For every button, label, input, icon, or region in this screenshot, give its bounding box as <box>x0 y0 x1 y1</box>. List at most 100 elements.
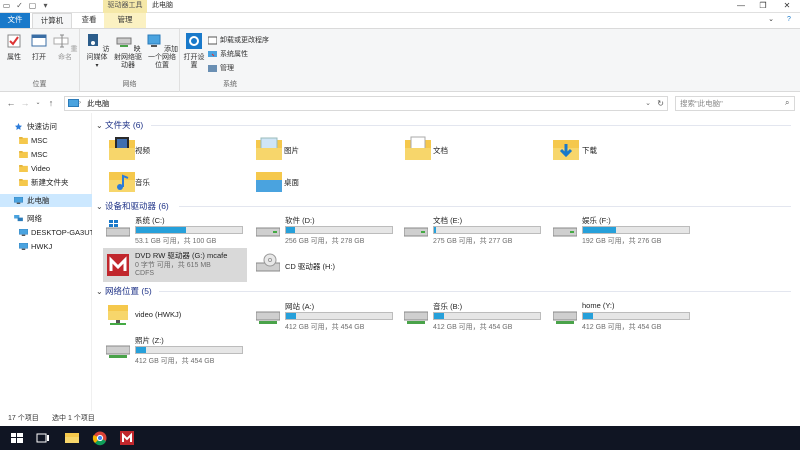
hard-drive-icon <box>256 227 280 237</box>
up-button[interactable]: ↑ <box>46 97 56 109</box>
quick-access-toolbar: ▭ ✓ ▢ ▾ <box>2 1 50 10</box>
nav-item-msc-1[interactable]: MSC <box>0 134 92 147</box>
map-network-drive-button[interactable]: 映射网络驱动器 <box>113 33 143 70</box>
close-button[interactable]: ✕ <box>776 0 798 13</box>
tab-view[interactable]: 查看 <box>74 13 104 28</box>
help-icon[interactable]: ? <box>778 14 800 27</box>
section-divider <box>151 125 791 126</box>
folder-tile-desktop[interactable]: 桌面 <box>256 168 396 196</box>
mcafee-taskbar-icon[interactable] <box>118 430 136 446</box>
maximize-button[interactable]: ❐ <box>752 0 774 13</box>
breadcrumb[interactable]: 此电脑 <box>87 99 110 108</box>
forward-button[interactable]: → <box>20 97 30 109</box>
file-explorer-taskbar-icon[interactable] <box>63 430 81 446</box>
drive-h-cd[interactable]: CD 驱动器 (H:) <box>253 253 403 286</box>
nav-quick-access[interactable]: 快速访问 <box>0 120 92 133</box>
drive-g-dvd[interactable]: DVD RW 驱动器 (G:) mcafe 0 字节 可用，共 615 MB C… <box>103 248 247 282</box>
address-dropdown-icon[interactable]: ⌄ <box>645 97 651 110</box>
this-pc-icon <box>14 197 23 204</box>
ribbon: 属性 打开 重命名 位置 访问媒体 ▾ 映射网络驱动器 添加一个网络位置 网络 打 <box>0 28 800 92</box>
new-folder-qat-icon[interactable]: ▢ <box>28 1 37 10</box>
nav-this-pc[interactable]: 此电脑 <box>0 194 92 207</box>
properties-icon <box>7 34 21 48</box>
chrome-icon[interactable] <box>91 430 109 446</box>
open-button[interactable]: 打开 <box>28 33 50 62</box>
hard-drive-icon <box>553 227 577 237</box>
tab-file[interactable]: 文件 <box>0 13 30 28</box>
drive-usage-fill <box>286 227 295 233</box>
address-bar[interactable]: › 此电脑 ⌄ ↻ <box>64 96 668 111</box>
add-network-location-button[interactable]: 添加一个网络位置 <box>145 33 179 70</box>
folder-tile-documents[interactable]: 文档 <box>405 136 545 164</box>
section-divider <box>179 206 791 207</box>
selected-count: 选中 1 个项目 <box>52 415 95 422</box>
task-view-icon[interactable] <box>34 430 52 446</box>
access-media-button[interactable]: 访问媒体 ▾ <box>83 33 111 70</box>
drive-usage-fill <box>583 227 616 233</box>
drive-d[interactable]: 软件 (D:) 256 GB 可用，共 278 GB <box>253 213 403 246</box>
ribbon-tabs: 文件 计算机 查看 管理 ⌄ ? <box>0 13 800 28</box>
network-location-icon <box>147 34 161 47</box>
refresh-icon[interactable]: ↻ <box>657 97 664 110</box>
pictures-folder-icon <box>256 137 282 160</box>
tab-manage[interactable]: 管理 <box>104 13 146 28</box>
nav-item-new-folder[interactable]: 新建文件夹 <box>0 176 92 189</box>
section-folders-header[interactable]: ⌄ 文件夹 (6) <box>93 119 143 131</box>
drive-usage-bar <box>135 226 243 234</box>
drive-usage-bar <box>582 226 690 234</box>
open-settings-button[interactable]: 打开设置 <box>183 33 205 70</box>
section-network-header[interactable]: ⌄ 网络位置 (5) <box>93 285 152 297</box>
nav-item-msc-2[interactable]: MSC <box>0 148 92 161</box>
folder-tile-videos[interactable]: 视频 <box>109 136 249 164</box>
tab-computer[interactable]: 计算机 <box>32 13 72 28</box>
music-folder-icon <box>109 172 135 192</box>
open-icon <box>31 34 47 47</box>
properties-qat-icon[interactable]: ✓ <box>15 1 24 10</box>
drive-usage-fill <box>136 227 186 233</box>
nav-network[interactable]: 网络 <box>0 212 92 225</box>
network-folder-icon <box>108 305 128 325</box>
navigation-pane: 快速访问 MSC MSC Video 新建文件夹 此电脑 网络 DESKTOP-… <box>0 113 92 411</box>
qat-dropdown-icon[interactable]: ▾ <box>41 1 50 10</box>
minimize-button[interactable]: — <box>730 0 752 13</box>
system-properties-button[interactable]: 系统属性 <box>208 49 248 59</box>
windows-start-icon[interactable] <box>8 430 26 446</box>
folder-icon <box>19 137 28 144</box>
drive-usage-fill <box>286 313 296 319</box>
content-pane: ⌄ 文件夹 (6) 视频 图片 文档 下载 音乐 桌面 ⌄ 设备和驱动器 (6) 系… <box>93 113 800 411</box>
window-icon[interactable]: ▭ <box>2 1 11 10</box>
drive-usage-bar <box>433 226 541 234</box>
drive-f[interactable]: 娱乐 (F:) 192 GB 可用，共 276 GB <box>550 213 700 246</box>
nav-network-hwkj[interactable]: HWKJ <box>0 240 92 253</box>
network-drive-icon <box>116 37 132 47</box>
folder-tile-music[interactable]: 音乐 <box>109 168 249 196</box>
back-button[interactable]: ← <box>6 97 16 109</box>
nav-network-desktop[interactable]: DESKTOP-GA3UT <box>0 226 92 239</box>
ribbon-group-system: 打开设置 卸载或更改程序 系统属性 管理 系统 <box>180 29 280 92</box>
network-drive-a[interactable]: 网站 (A:) 412 GB 可用，共 454 GB <box>253 299 403 332</box>
rename-button[interactable]: 重命名 <box>52 33 78 62</box>
recent-locations-chevron-icon[interactable]: ⌄ <box>33 97 43 109</box>
section-drives-header[interactable]: ⌄ 设备和驱动器 (6) <box>93 200 169 212</box>
this-pc-icon <box>68 99 79 107</box>
properties-button[interactable]: 属性 <box>4 33 24 62</box>
search-icon: ⌕ <box>785 98 790 107</box>
network-icon <box>14 215 23 222</box>
breadcrumb-separator-icon: › <box>79 100 81 106</box>
uninstall-programs-button[interactable]: 卸载或更改程序 <box>208 35 269 45</box>
drive-e[interactable]: 文档 (E:) 275 GB 可用，共 277 GB <box>401 213 551 246</box>
windows-drive-icon <box>106 220 130 237</box>
folder-tile-downloads[interactable]: 下载 <box>553 136 693 164</box>
network-drive-z[interactable]: 照片 (Z:) 412 GB 可用，共 454 GB <box>103 333 253 366</box>
manage-button[interactable]: 管理 <box>208 63 234 73</box>
documents-folder-icon <box>405 136 431 160</box>
network-location-video[interactable]: video (HWKJ) <box>103 299 253 332</box>
chevron-down-icon: ⌄ <box>96 202 103 211</box>
address-row: ← → ⌄ ↑ › 此电脑 ⌄ ↻ 搜索"此电脑" ⌕ <box>0 93 800 113</box>
nav-item-video[interactable]: Video <box>0 162 92 175</box>
network-drive-b[interactable]: 音乐 (B:) 412 GB 可用，共 454 GB <box>401 299 551 332</box>
search-input[interactable]: 搜索"此电脑" <box>675 96 795 111</box>
drive-c[interactable]: 系统 (C:) 53.1 GB 可用，共 100 GB <box>103 213 253 246</box>
folder-tile-pictures[interactable]: 图片 <box>256 136 396 164</box>
network-drive-y[interactable]: home (Y:) 412 GB 可用，共 454 GB <box>550 299 700 332</box>
